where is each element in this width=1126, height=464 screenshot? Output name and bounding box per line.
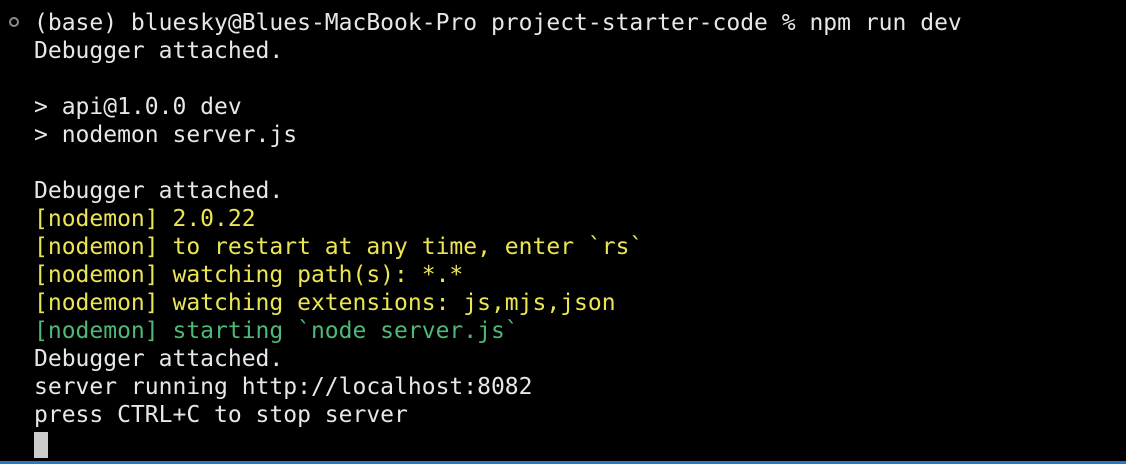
block-cursor-icon[interactable] [34,432,48,458]
terminal-line: > nodemon server.js [34,122,298,148]
circle-outline-icon [9,17,19,27]
terminal-line: > api@1.0.0 dev [34,94,242,120]
terminal-line: Debugger attached. [34,346,284,372]
terminal-line: Debugger attached. [34,178,284,204]
terminal-line-nodemon: [nodemon] to restart at any time, enter … [34,234,644,260]
terminal-line-nodemon: [nodemon] watching extensions: js,mjs,js… [34,290,616,316]
terminal-window[interactable]: (base) bluesky@Blues-MacBook-Pro project… [0,0,1126,464]
terminal-line-nodemon: [nodemon] 2.0.22 [34,206,256,232]
terminal-line: Debugger attached. [34,38,284,64]
terminal-line-nodemon-start: [nodemon] starting `node server.js` [34,318,519,344]
terminal-line: press CTRL+C to stop server [34,402,408,428]
terminal-line-server-url: server running http://localhost:8082 [34,374,533,400]
terminal-output: (base) bluesky@Blues-MacBook-Pro project… [34,9,1126,429]
terminal-line-command: (base) bluesky@Blues-MacBook-Pro project… [34,10,962,36]
terminal-line-nodemon: [nodemon] watching path(s): *.* [34,262,464,288]
